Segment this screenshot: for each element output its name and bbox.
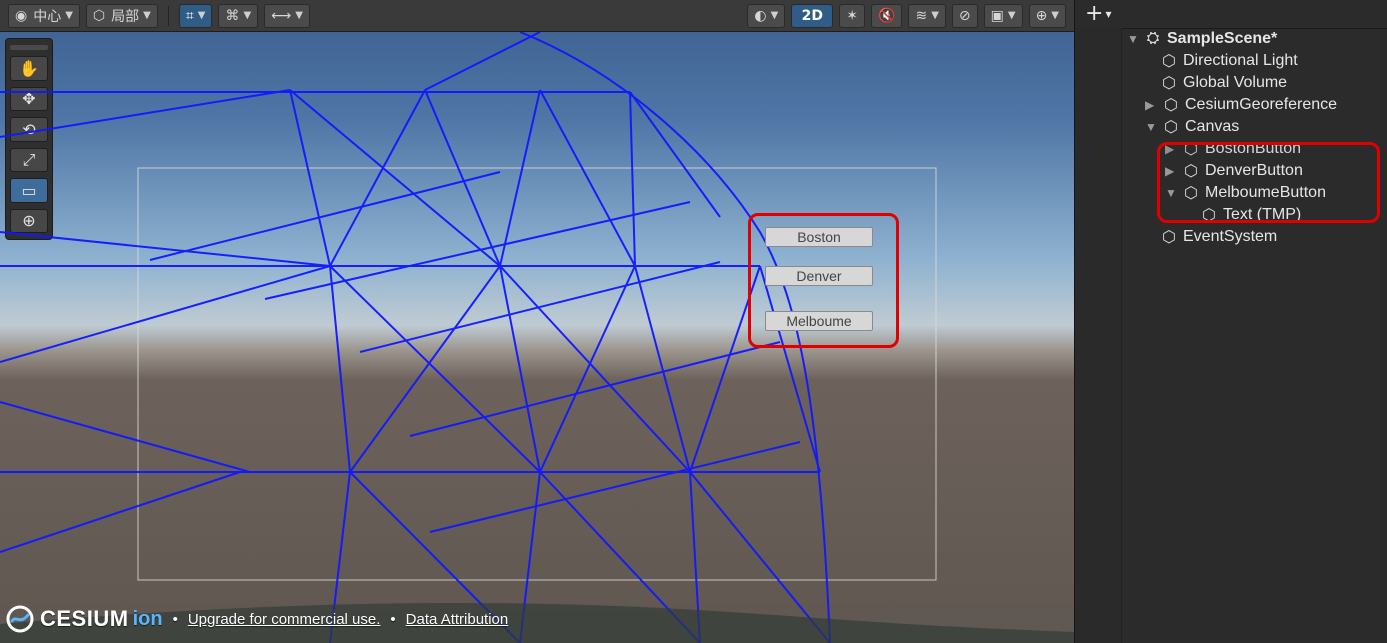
scene-button-boston[interactable]: Boston bbox=[765, 227, 873, 247]
hierarchy-item-label: BostonButton bbox=[1205, 140, 1302, 157]
cesium-logo: CESIUM ion bbox=[6, 605, 163, 633]
chevron-down-icon: ▼ bbox=[1007, 10, 1016, 21]
cube-icon: ⬡ bbox=[1184, 141, 1198, 158]
pivot-label: 中心 bbox=[33, 8, 62, 25]
view-controls: ◐ ▼ 2D ✶ 🔇 ≋ ▼ ⊘ ▣ ▼ ⊕ ▼ bbox=[747, 3, 1066, 28]
hierarchy-item-label: Global Volume bbox=[1183, 74, 1288, 91]
grid-snap-button[interactable]: ⌗ ▼ bbox=[178, 3, 213, 28]
hierarchy-item-directional-light[interactable]: ⬡ Directional Light bbox=[1161, 50, 1298, 72]
mode-2d-label: 2D bbox=[801, 7, 823, 24]
ruler-icon: ⟷ bbox=[271, 7, 292, 24]
eye-off-icon: ⊘ bbox=[958, 7, 971, 24]
snap-icon: ⌘ bbox=[225, 7, 240, 24]
expand-triangle-icon[interactable]: ▼ bbox=[1127, 32, 1139, 46]
grid-snap-icon: ⌗ bbox=[185, 7, 194, 24]
snap-increment-button[interactable]: ⌘ ▼ bbox=[218, 3, 259, 28]
chevron-down-icon: ▼ bbox=[143, 10, 151, 21]
hierarchy-item-melboume-button[interactable]: ▼ ⬡ MelboumeButton bbox=[1165, 182, 1326, 204]
camera-icon: ▣ bbox=[990, 7, 1004, 24]
hierarchy-toolbar: + ▾ bbox=[1075, 0, 1387, 29]
scene-view[interactable]: ◉ 中心 ▼ ⬡ 局部 ▼ ⌗ ▼ ⌘ ▼ ⟷ ▼ ◐ ▼ 2D ✶ 🔇 ≋ ▼… bbox=[0, 0, 1074, 643]
footer-bullet: • bbox=[172, 610, 178, 628]
space-dropdown[interactable]: ⬡ 局部 ▼ bbox=[85, 3, 158, 28]
chevron-down-icon: ▼ bbox=[197, 10, 206, 21]
upgrade-link[interactable]: Upgrade for commercial use. bbox=[188, 611, 381, 628]
hierarchy-item-event-system[interactable]: ⬡ EventSystem bbox=[1161, 226, 1277, 248]
pivot-icon: ◉ bbox=[15, 7, 28, 24]
toolbar-separator bbox=[167, 5, 169, 26]
cube-icon: ⬡ bbox=[1164, 119, 1178, 136]
chevron-down-icon: ▼ bbox=[931, 10, 939, 21]
pivot-dropdown[interactable]: ◉ 中心 ▼ bbox=[8, 3, 80, 28]
draw-mode-dropdown[interactable]: ◐ ▼ bbox=[747, 3, 786, 28]
add-object-button[interactable]: + ▾ bbox=[1085, 3, 1111, 27]
lighting-button[interactable]: ✶ bbox=[839, 3, 866, 28]
add-dropdown-icon: ▾ bbox=[1105, 7, 1112, 21]
layers-icon: ≋ bbox=[915, 7, 928, 24]
chevron-down-icon: ▼ bbox=[770, 10, 779, 21]
hierarchy-item-label: Directional Light bbox=[1183, 52, 1298, 69]
mode-2d-button[interactable]: 2D bbox=[791, 3, 834, 28]
expand-triangle-icon[interactable]: ▶ bbox=[1145, 98, 1157, 112]
effects-dropdown[interactable]: ≋ ▼ bbox=[908, 3, 946, 28]
cube-icon: ⬡ bbox=[1162, 53, 1176, 70]
hierarchy-item-global-volume[interactable]: ⬡ Global Volume bbox=[1161, 72, 1287, 94]
scene-toolbar: ◉ 中心 ▼ ⬡ 局部 ▼ ⌗ ▼ ⌘ ▼ ⟷ ▼ ◐ ▼ 2D ✶ 🔇 ≋ ▼… bbox=[0, 0, 1074, 32]
add-label: + bbox=[1085, 1, 1104, 26]
hierarchy-panel: + ▾ ▼ ⛭ SampleScene* ⬡ Directional Light … bbox=[1074, 0, 1387, 643]
ruler-button[interactable]: ⟷ ▼ bbox=[264, 3, 310, 28]
shading-icon: ◐ bbox=[754, 7, 767, 24]
hierarchy-item-label: EventSystem bbox=[1183, 228, 1278, 245]
expand-triangle-icon[interactable]: ▶ bbox=[1165, 142, 1177, 156]
cube-icon: ⬡ bbox=[1184, 185, 1198, 202]
space-icon: ⬡ bbox=[92, 7, 106, 24]
cube-icon: ⬡ bbox=[1164, 97, 1178, 114]
unity-editor: ◉ 中心 ▼ ⬡ 局部 ▼ ⌗ ▼ ⌘ ▼ ⟷ ▼ ◐ ▼ 2D ✶ 🔇 ≋ ▼… bbox=[0, 0, 1387, 643]
hierarchy-item-text-tmp[interactable]: ⬡ Text (TMP) bbox=[1201, 204, 1301, 226]
snap-controls: ⌗ ▼ ⌘ ▼ ⟷ ▼ bbox=[178, 3, 310, 28]
visibility-toggle[interactable]: ⊘ bbox=[951, 3, 978, 28]
data-attribution-link[interactable]: Data Attribution bbox=[406, 611, 509, 628]
chevron-down-icon: ▼ bbox=[65, 10, 73, 21]
chevron-down-icon: ▼ bbox=[1051, 10, 1059, 21]
gizmos-dropdown[interactable]: ⊕ ▼ bbox=[1028, 3, 1066, 28]
hierarchy-item-label: CesiumGeoreference bbox=[1185, 96, 1338, 113]
unity-scene-icon: ⛭ bbox=[1146, 30, 1160, 47]
hierarchy-item-boston-button[interactable]: ▶ ⬡ BostonButton bbox=[1165, 138, 1301, 160]
hierarchy-item-label: DenverButton bbox=[1205, 162, 1303, 179]
hierarchy-item-label: Text (TMP) bbox=[1223, 206, 1302, 223]
cube-icon: ⬡ bbox=[1184, 163, 1198, 180]
chevron-down-icon: ▼ bbox=[243, 10, 252, 21]
wireframe-sphere bbox=[0, 32, 1074, 643]
scene-row[interactable]: ▼ ⛭ SampleScene* bbox=[1127, 28, 1277, 50]
hierarchy-item-label: Canvas bbox=[1185, 118, 1240, 135]
cesium-footer: CESIUM ion • Upgrade for commercial use.… bbox=[6, 602, 626, 636]
expand-triangle-icon[interactable]: ▼ bbox=[1165, 186, 1177, 200]
hierarchy-item-denver-button[interactable]: ▶ ⬡ DenverButton bbox=[1165, 160, 1303, 182]
footer-bullet: • bbox=[390, 610, 396, 628]
audio-muted-icon: 🔇 bbox=[878, 7, 896, 24]
hierarchy-gutter bbox=[1075, 28, 1122, 643]
expand-triangle-icon[interactable]: ▶ bbox=[1165, 164, 1177, 178]
scene-button-denver[interactable]: Denver bbox=[765, 266, 873, 286]
cube-icon: ⬡ bbox=[1162, 75, 1176, 92]
hierarchy-item-canvas[interactable]: ▼ ⬡ Canvas bbox=[1145, 116, 1239, 138]
chevron-down-icon: ▼ bbox=[295, 10, 303, 21]
scene-button-melboume[interactable]: Melboume bbox=[765, 311, 873, 331]
lightbulb-icon: ✶ bbox=[846, 7, 859, 24]
expand-triangle-icon[interactable]: ▼ bbox=[1145, 120, 1157, 134]
gizmo-icon: ⊕ bbox=[1035, 7, 1048, 24]
scene-name: SampleScene* bbox=[1167, 30, 1278, 47]
hierarchy-item-label: MelboumeButton bbox=[1205, 184, 1326, 201]
audio-button[interactable]: 🔇 bbox=[871, 3, 903, 28]
space-label: 局部 bbox=[111, 8, 140, 25]
cesium-brand-suffix: ion bbox=[132, 607, 163, 630]
cube-icon: ⬡ bbox=[1162, 229, 1176, 246]
hierarchy-item-cesium-georeference[interactable]: ▶ ⬡ CesiumGeoreference bbox=[1145, 94, 1337, 116]
pivot-space-controls: ◉ 中心 ▼ ⬡ 局部 ▼ bbox=[8, 3, 158, 28]
cesium-brand: CESIUM bbox=[40, 606, 129, 631]
camera-dropdown[interactable]: ▣ ▼ bbox=[983, 3, 1023, 28]
cesium-logo-icon bbox=[6, 605, 34, 633]
cube-icon: ⬡ bbox=[1202, 207, 1216, 224]
